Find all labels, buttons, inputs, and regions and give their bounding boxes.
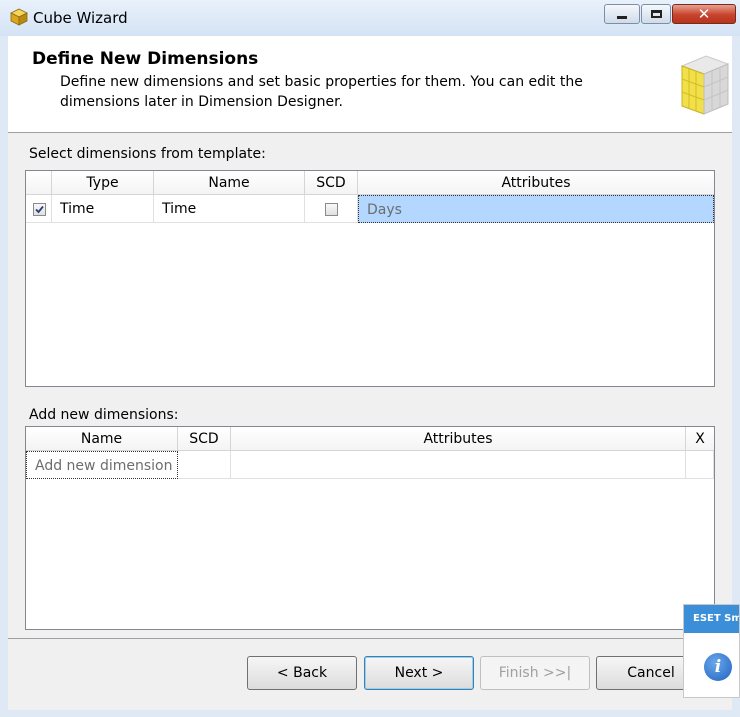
back-button[interactable]: < Back: [247, 656, 357, 690]
close-icon: ✕: [697, 5, 711, 23]
cube-logo-icon: [680, 55, 730, 115]
column-header-delete[interactable]: X: [686, 427, 714, 451]
wizard-content: Select dimensions from template: Type Na…: [8, 133, 732, 638]
include-cell: [26, 195, 52, 223]
checkmark-icon: [35, 205, 44, 214]
column-header-attributes[interactable]: Attributes: [231, 427, 686, 451]
notification-title: ESET Smart: [684, 605, 739, 633]
template-section-label: Select dimensions from template:: [29, 146, 266, 162]
row-header-corner: [26, 171, 52, 195]
column-header-scd[interactable]: SCD: [305, 171, 358, 195]
new-dimension-delete-cell[interactable]: [686, 451, 714, 479]
column-header-name[interactable]: Name: [26, 427, 178, 451]
minimize-button[interactable]: [604, 4, 640, 24]
window-title: Cube Wizard: [33, 9, 128, 27]
page-description: Define new dimensions and set basic prop…: [60, 74, 583, 110]
eset-notification[interactable]: ESET Smart i: [683, 604, 740, 698]
column-header-name[interactable]: Name: [154, 171, 305, 195]
type-cell[interactable]: Time: [52, 195, 154, 223]
wizard-client-area: Define New Dimensions Define new dimensi…: [8, 36, 732, 710]
column-header-attributes[interactable]: Attributes: [358, 171, 714, 195]
new-dimension-scd-cell[interactable]: [178, 451, 231, 479]
column-header-type[interactable]: Type: [52, 171, 154, 195]
page-title: Define New Dimensions: [32, 49, 259, 69]
attributes-cell[interactable]: Days: [358, 195, 714, 223]
new-section-label: Add new dimensions:: [29, 407, 179, 423]
template-dimensions-grid[interactable]: Type Name SCD Attributes Time Time Days: [25, 170, 715, 387]
wizard-footer: < Back Next > Finish >>| Cancel: [8, 638, 732, 710]
column-header-scd[interactable]: SCD: [178, 427, 231, 451]
cube-wizard-window: Cube Wizard ✕ Define New Dimensions Defi…: [0, 0, 740, 717]
next-button[interactable]: Next >: [364, 656, 474, 690]
include-checkbox[interactable]: [33, 203, 46, 216]
maximize-button[interactable]: [641, 4, 671, 24]
wizard-header: Define New Dimensions Define new dimensi…: [8, 36, 732, 133]
maximize-icon: [650, 10, 662, 18]
new-dimensions-grid[interactable]: Name SCD Attributes X Add new dimension: [25, 426, 715, 630]
name-cell[interactable]: Time: [154, 195, 305, 223]
new-dimension-attributes-cell[interactable]: [231, 451, 686, 479]
close-button[interactable]: ✕: [672, 4, 736, 24]
info-icon: i: [704, 653, 732, 681]
cube-app-icon: [10, 8, 28, 26]
title-bar[interactable]: Cube Wizard ✕: [0, 0, 740, 36]
finish-button: Finish >>|: [480, 656, 590, 690]
scd-cell: [305, 195, 358, 223]
scd-checkbox[interactable]: [325, 203, 338, 216]
new-dimension-name-input[interactable]: Add new dimension: [26, 451, 178, 479]
minimize-icon: [617, 15, 627, 19]
